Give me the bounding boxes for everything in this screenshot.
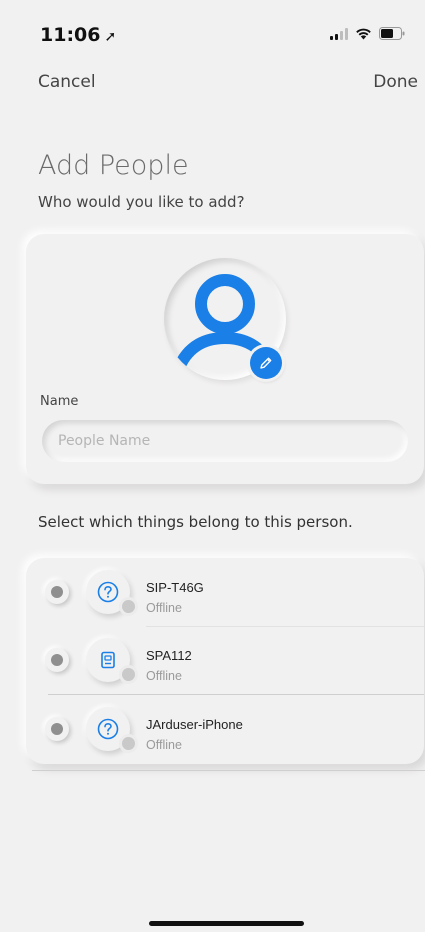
list-item[interactable]: SIP-T46G Offline bbox=[26, 558, 424, 625]
select-radio[interactable] bbox=[45, 648, 69, 672]
offline-status-dot bbox=[122, 737, 135, 750]
device-name: JArduser-iPhone bbox=[146, 717, 243, 732]
pencil-icon bbox=[260, 357, 272, 369]
list-item[interactable]: JArduser-iPhone Offline bbox=[26, 695, 424, 762]
done-button[interactable]: Done bbox=[373, 72, 418, 92]
name-input[interactable] bbox=[42, 420, 408, 462]
offline-status-dot bbox=[122, 600, 135, 613]
device-name: SIP-T46G bbox=[146, 580, 204, 595]
name-label: Name bbox=[40, 394, 79, 409]
battery-icon bbox=[379, 27, 405, 40]
nav-bar: Cancel Done bbox=[0, 66, 425, 100]
phone-adapter-icon bbox=[101, 651, 115, 669]
device-name: SPA112 bbox=[146, 648, 192, 663]
select-radio[interactable] bbox=[45, 717, 69, 741]
device-status: Offline bbox=[146, 601, 182, 615]
things-card: SIP-T46G Offline SPA112 Offline JArduser… bbox=[26, 558, 424, 764]
status-bar: 11:06 ➚ bbox=[0, 0, 425, 60]
select-radio[interactable] bbox=[45, 580, 69, 604]
radio-dot bbox=[51, 586, 63, 598]
page-subtitle: Who would you like to add? bbox=[38, 193, 245, 211]
device-status: Offline bbox=[146, 738, 182, 752]
unknown-device-icon bbox=[97, 581, 119, 603]
edit-avatar-button[interactable] bbox=[250, 347, 282, 379]
home-indicator[interactable] bbox=[149, 921, 304, 926]
device-status: Offline bbox=[146, 669, 182, 683]
profile-card: Name bbox=[26, 234, 424, 484]
unknown-device-icon bbox=[97, 718, 119, 740]
status-time-text: 11:06 bbox=[40, 24, 101, 46]
cancel-button[interactable]: Cancel bbox=[38, 72, 96, 92]
cellular-signal-icon bbox=[330, 28, 348, 40]
wifi-icon bbox=[356, 28, 371, 40]
things-instruction: Select which things belong to this perso… bbox=[38, 513, 353, 531]
radio-dot bbox=[51, 723, 63, 735]
status-time: 11:06 ➚ bbox=[40, 24, 116, 46]
list-item[interactable]: SPA112 Offline bbox=[26, 626, 424, 693]
status-icons bbox=[330, 27, 405, 40]
location-arrow-icon: ➚ bbox=[104, 29, 117, 45]
offline-status-dot bbox=[122, 668, 135, 681]
page-title: Add People bbox=[38, 150, 189, 181]
radio-dot bbox=[51, 654, 63, 666]
divider bbox=[32, 770, 425, 771]
